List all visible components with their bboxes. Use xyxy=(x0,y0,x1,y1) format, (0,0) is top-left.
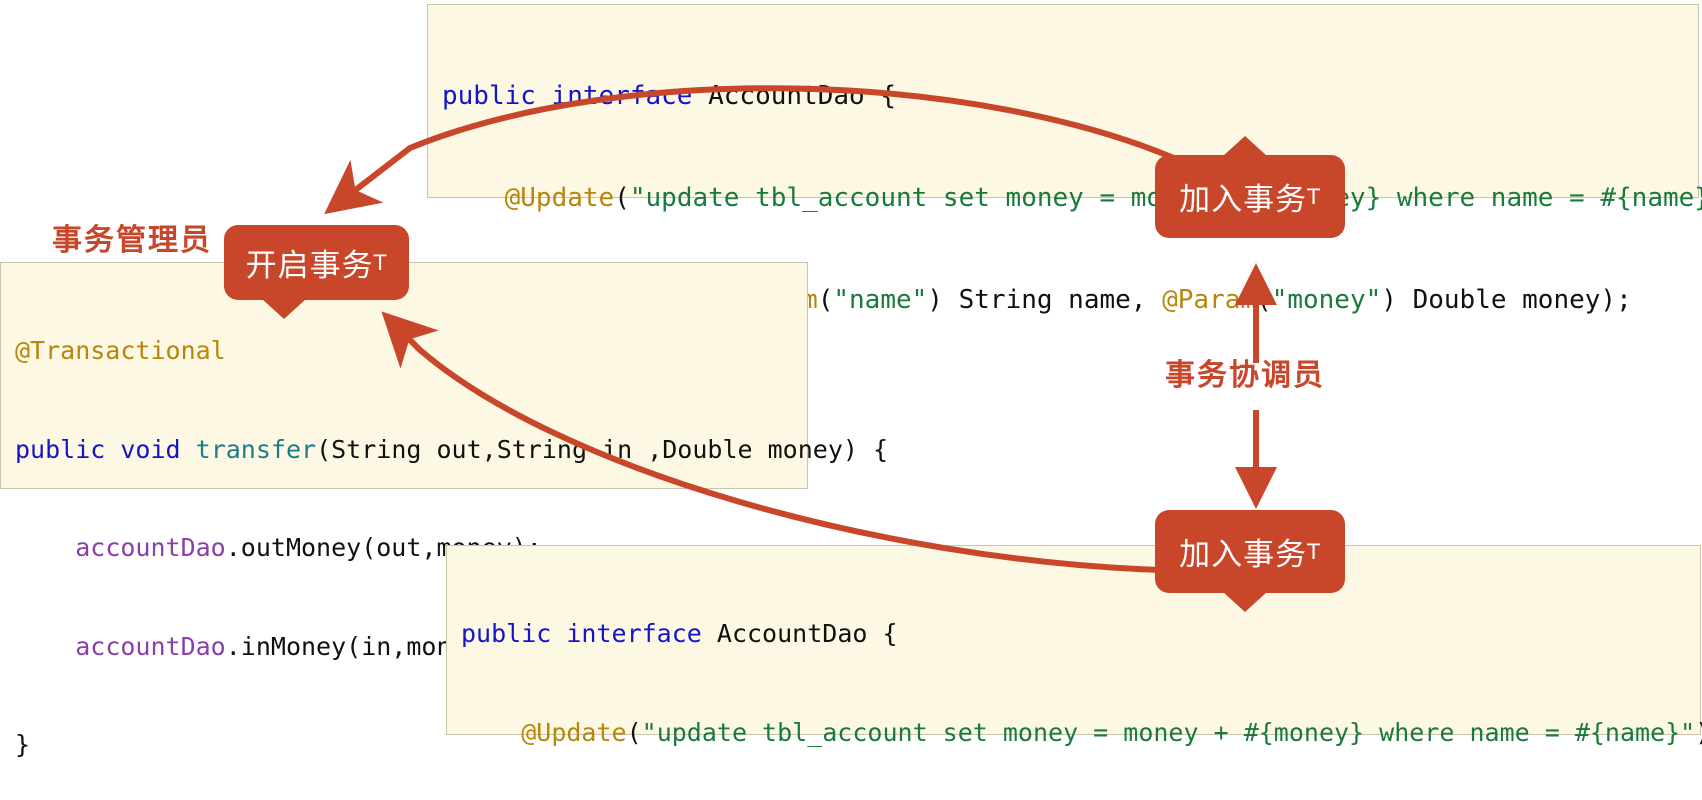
annotation-update: @Update xyxy=(521,717,627,747)
bubble-join-transaction-top[interactable]: 加入事务 T xyxy=(1155,136,1345,238)
brace-open: { xyxy=(880,81,896,111)
bubble-start-transaction-suffix: T xyxy=(373,250,388,275)
paren-close: ) xyxy=(1381,285,1397,316)
paren-close: ) xyxy=(927,285,943,316)
code-line: public void transfer(String out,String i… xyxy=(15,430,888,471)
paren-open: ( xyxy=(817,285,834,316)
param-string-name: String name, xyxy=(942,285,1163,316)
bubble-join-transaction-bottom[interactable]: 加入事务 T xyxy=(1155,510,1345,612)
code-line: @Update("update tbl_account set money = … xyxy=(442,177,1702,219)
string-money: "money" xyxy=(1271,285,1382,316)
paren-close: ) xyxy=(1695,718,1702,747)
field-accountdao: accountDao xyxy=(75,631,226,661)
code-block-account-dao-inmoney: public interface AccountDao { @Update("u… xyxy=(446,545,1702,747)
keyword-void: void xyxy=(120,434,181,464)
type-accountdao: AccountDao xyxy=(716,619,868,648)
heading-transaction-manager: 事务管理员 xyxy=(52,223,212,258)
code-block-account-dao-outmoney: public interface AccountDao { @Update("u… xyxy=(427,4,1702,417)
annotation-update: @Update xyxy=(504,183,615,214)
paren-open: ( xyxy=(614,183,630,214)
paren-open: ( xyxy=(1256,285,1272,316)
heading-transaction-coordinator: 事务协调员 xyxy=(1165,358,1325,393)
param-double-money: Double money); xyxy=(1396,285,1632,316)
keyword-interface: interface xyxy=(566,619,702,648)
brace-close: } xyxy=(15,730,31,759)
code-line: public interface AccountDao { xyxy=(442,75,1684,117)
bubble-join-transaction-top-suffix: T xyxy=(1307,184,1321,209)
bubble-join-transaction-bottom-suffix: T xyxy=(1307,539,1321,564)
keyword-public: public xyxy=(461,619,552,648)
sql-string-in: "update tbl_account set money = money + … xyxy=(641,717,1696,747)
string-name: "name" xyxy=(833,285,928,316)
bubble-start-transaction-label: 开启事务 xyxy=(245,248,374,284)
code-line: @Transactional xyxy=(15,331,793,372)
bubble-join-transaction-bottom-label: 加入事务 xyxy=(1179,537,1308,573)
brace-open: { xyxy=(882,619,898,648)
code-line: @Update("update tbl_account set money = … xyxy=(461,713,1702,754)
diagram-canvas: public interface AccountDao { @Update("u… xyxy=(0,0,1702,800)
type-accountdao: AccountDao xyxy=(708,81,865,111)
paren-open: ( xyxy=(626,717,642,747)
keyword-public: public xyxy=(15,434,106,464)
transfer-params: (String out,String in ,Double money) { xyxy=(316,434,889,464)
bubble-join-transaction-top-label: 加入事务 xyxy=(1179,182,1308,218)
keyword-interface: interface xyxy=(551,81,693,111)
bubble-start-transaction[interactable]: 开启事务 T xyxy=(224,225,409,319)
method-transfer: transfer xyxy=(195,434,317,464)
annotation-param: @Param xyxy=(1162,285,1257,316)
keyword-public: public xyxy=(442,81,536,111)
code-line: public interface AccountDao { xyxy=(461,614,1686,655)
field-accountdao: accountDao xyxy=(75,533,226,562)
annotation-transactional: @Transactional xyxy=(15,336,226,365)
